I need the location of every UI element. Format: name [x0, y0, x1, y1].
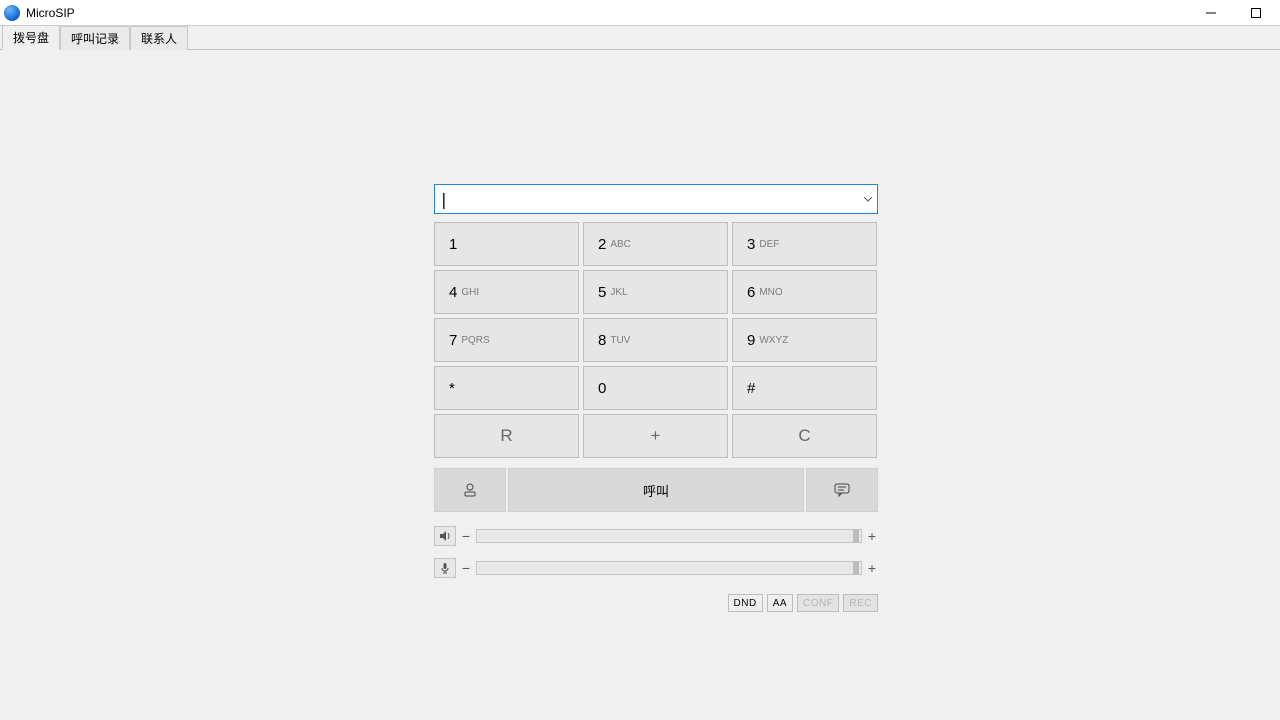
video-call-button[interactable] [434, 468, 506, 512]
speaker-volume-row: − + [434, 526, 878, 546]
toggle-row: DND AA CONF REC [434, 594, 878, 612]
key-1[interactable]: 1 [434, 222, 579, 266]
title-bar: MicroSIP [0, 0, 1280, 26]
tab-contacts[interactable]: 联系人 [130, 26, 188, 50]
toggle-rec[interactable]: REC [843, 594, 878, 612]
tab-label: 拨号盘 [13, 31, 49, 45]
key-redial[interactable]: R [434, 414, 579, 458]
tab-call-log[interactable]: 呼叫记录 [60, 26, 130, 50]
key-5[interactable]: 5JKL [583, 270, 728, 314]
minimize-button[interactable] [1188, 0, 1233, 26]
minimize-icon [1206, 8, 1216, 18]
content-area: | 1 2ABC 3DEF 4GHI 5JKL 6MNO 7PQRS 8TUV … [0, 50, 1280, 720]
speaker-slider[interactable] [476, 529, 862, 543]
key-2[interactable]: 2ABC [583, 222, 728, 266]
speaker-mute-button[interactable] [434, 526, 456, 546]
key-4[interactable]: 4GHI [434, 270, 579, 314]
speaker-minus[interactable]: − [460, 528, 472, 544]
message-icon [834, 483, 850, 497]
key-6[interactable]: 6MNO [732, 270, 877, 314]
speaker-icon [439, 530, 451, 542]
mic-plus[interactable]: + [866, 560, 878, 576]
toggle-conf[interactable]: CONF [797, 594, 839, 612]
text-caret: | [435, 190, 449, 209]
tab-strip: 拨号盘 呼叫记录 联系人 [0, 26, 1280, 50]
call-button[interactable]: 呼叫 [508, 468, 804, 512]
app-icon [4, 5, 20, 21]
key-8[interactable]: 8TUV [583, 318, 728, 362]
speaker-plus[interactable]: + [866, 528, 878, 544]
message-button[interactable] [806, 468, 878, 512]
tab-label: 联系人 [141, 32, 177, 46]
tab-dialpad[interactable]: 拨号盘 [2, 25, 60, 50]
key-star[interactable]: * [434, 366, 579, 410]
key-3[interactable]: 3DEF [732, 222, 877, 266]
toggle-dnd[interactable]: DND [728, 594, 763, 612]
tab-label: 呼叫记录 [71, 32, 119, 46]
key-9[interactable]: 9WXYZ [732, 318, 877, 362]
window-title: MicroSIP [26, 6, 1188, 20]
maximize-button[interactable] [1233, 0, 1278, 26]
keypad: 1 2ABC 3DEF 4GHI 5JKL 6MNO 7PQRS 8TUV 9W… [434, 222, 878, 458]
microphone-icon [439, 562, 451, 574]
maximize-icon [1251, 8, 1261, 18]
dial-history-dropdown[interactable] [859, 185, 877, 213]
speaker-slider-thumb[interactable] [853, 530, 859, 542]
key-0[interactable]: 0 [583, 366, 728, 410]
key-7[interactable]: 7PQRS [434, 318, 579, 362]
mic-slider-thumb[interactable] [853, 562, 859, 574]
mic-mute-button[interactable] [434, 558, 456, 578]
mic-volume-row: − + [434, 558, 878, 578]
toggle-aa[interactable]: AA [767, 594, 793, 612]
key-plus[interactable]: + [583, 414, 728, 458]
dialer-panel: | 1 2ABC 3DEF 4GHI 5JKL 6MNO 7PQRS 8TUV … [434, 184, 878, 612]
call-row: 呼叫 [434, 468, 878, 512]
chevron-down-icon [864, 197, 872, 202]
mic-minus[interactable]: − [460, 560, 472, 576]
key-hash[interactable]: # [732, 366, 877, 410]
video-call-icon [462, 483, 478, 497]
call-button-label: 呼叫 [643, 481, 669, 500]
mic-slider[interactable] [476, 561, 862, 575]
dial-input[interactable]: | [434, 184, 878, 214]
key-clear[interactable]: C [732, 414, 877, 458]
